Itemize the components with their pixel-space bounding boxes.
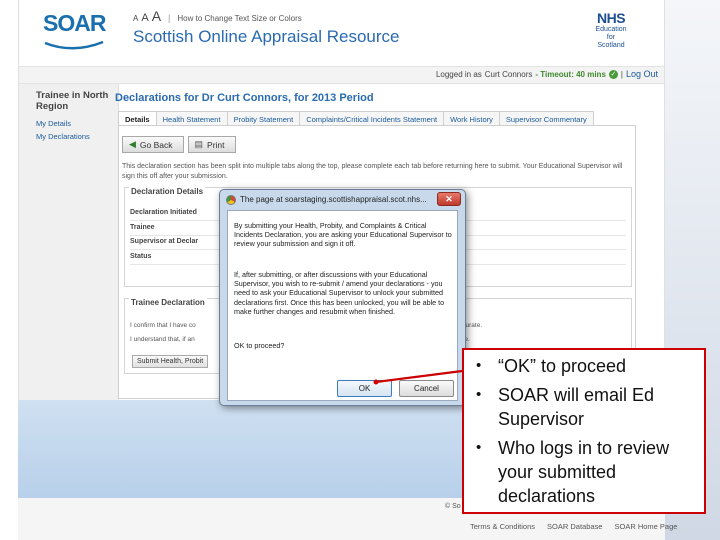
details-row-status: Status xyxy=(130,253,152,260)
print-icon: ▤ xyxy=(194,139,204,149)
text-size-large-button[interactable]: A xyxy=(152,8,161,24)
dialog-message-proceed: OK to proceed? xyxy=(234,341,285,350)
print-label: Print xyxy=(207,139,225,150)
submit-declarations-button[interactable]: Submit Health, Probit xyxy=(132,355,209,368)
go-back-icon: ◀ xyxy=(129,139,136,149)
text-size-medium-button[interactable]: A xyxy=(141,12,148,24)
sidebar-item-my-details[interactable]: My Details xyxy=(19,119,118,128)
dialog-titlebar: The page at soarstaging.scottishappraisa… xyxy=(220,190,465,210)
annotation-callout: • “OK” to proceed • SOAR will email Ed S… xyxy=(462,348,706,514)
callout-item-text: Who logs in to review your submitted dec… xyxy=(498,438,670,506)
text-size-small-button[interactable]: A xyxy=(133,14,138,23)
dialog-body: By submitting your Health, Probity, and … xyxy=(227,210,458,401)
trainee-declaration-legend: Trainee Declaration xyxy=(129,298,207,307)
nhs-mark: NHS xyxy=(596,10,626,26)
trainee-confirm-text: I confirm that I have co xyxy=(130,322,196,329)
callout-item: • “OK” to proceed xyxy=(474,354,702,378)
dialog-cancel-button[interactable]: Cancel xyxy=(399,380,454,397)
dialog-close-button[interactable]: ✕ xyxy=(437,192,461,206)
session-bar: Logged in as Curt Connors - Timeout: 40 … xyxy=(19,66,664,84)
footer-links: Terms & Conditions SOAR Database SOAR Ho… xyxy=(470,522,677,531)
nhs-line-3: Scotland xyxy=(597,42,625,49)
go-back-label: Go Back xyxy=(139,139,173,150)
sidebar-region-heading: Trainee in North Region xyxy=(36,90,109,112)
callout-item: • Who logs in to review your submitted d… xyxy=(474,436,702,508)
bullet-icon: • xyxy=(476,386,482,403)
intro-text: This declaration section has been split … xyxy=(122,163,623,180)
trainee-understand-text: I understand that, if an xyxy=(130,336,195,343)
session-ok-icon: ✓ xyxy=(608,69,618,79)
session-timeout: - Timeout: 40 mins xyxy=(535,69,606,79)
dialog-title: The page at soarstaging.scottishappraisa… xyxy=(240,195,427,204)
dialog-ok-button[interactable]: OK xyxy=(337,380,392,397)
details-row-supervisor: Supervisor at Declar xyxy=(130,238,199,245)
go-back-button[interactable]: ◀ Go Back xyxy=(122,136,184,153)
dialog-message-submit: By submitting your Health, Probity, and … xyxy=(234,221,452,249)
nhs-education-logo: NHS Education for Scotland xyxy=(591,10,631,50)
details-row-trainee: Trainee xyxy=(130,224,155,231)
callout-list: • “OK” to proceed • SOAR will email Ed S… xyxy=(474,354,702,513)
details-row-initiated: Declaration Initiated xyxy=(130,209,197,216)
user-name: Curt Connors xyxy=(484,69,533,79)
footer-link-soar-home[interactable]: SOAR Home Page xyxy=(614,522,677,531)
logout-link[interactable]: Log Out xyxy=(626,69,658,79)
page-title: Declarations for Dr Curt Connors, for 20… xyxy=(115,92,374,104)
callout-item: • SOAR will email Ed Supervisor xyxy=(474,383,702,431)
declaration-details-legend: Declaration Details xyxy=(129,187,206,196)
nhs-line-1: Education xyxy=(595,26,627,33)
dialog-message-resubmit: If, after submitting, or after discussio… xyxy=(234,270,445,316)
logout-separator: | xyxy=(620,69,623,79)
browser-icon xyxy=(226,195,236,205)
title-person: Curt Connors xyxy=(217,92,288,104)
print-button[interactable]: ▤ Print xyxy=(187,136,236,153)
callout-item-text: “OK” to proceed xyxy=(498,356,627,376)
soar-swoosh-icon xyxy=(44,40,104,50)
title-suffix: , for 2013 Period xyxy=(287,92,374,104)
bullet-icon: • xyxy=(476,439,482,456)
logged-in-label: Logged in as xyxy=(435,69,482,79)
sidebar-item-my-declarations[interactable]: My Declarations xyxy=(19,132,118,141)
site-title: Scottish Online Appraisal Resource xyxy=(133,27,400,46)
copyright-text: © So xyxy=(445,503,461,510)
text-size-separator: | xyxy=(168,13,171,23)
action-buttons: ◀ Go Back ▤ Print xyxy=(122,136,236,153)
text-size-help-link[interactable]: How to Change Text Size or Colors xyxy=(177,14,301,23)
bullet-icon: • xyxy=(476,357,482,374)
nhs-line-2: for xyxy=(606,34,616,41)
title-prefix: Declarations for Dr xyxy=(115,92,215,104)
soar-logo-text: SOAR xyxy=(43,10,106,36)
callout-item-text: SOAR will email Ed Supervisor xyxy=(498,385,655,429)
sidebar: Trainee in North Region My Details My De… xyxy=(19,84,119,400)
login-status: Logged in as Curt Connors - Timeout: 40 … xyxy=(436,69,658,79)
text-size-controls: A A A | How to Change Text Size or Color… xyxy=(133,8,302,24)
footer-link-terms[interactable]: Terms & Conditions xyxy=(470,522,535,531)
footer-link-soar-database[interactable]: SOAR Database xyxy=(547,522,602,531)
confirm-dialog: The page at soarstaging.scottishappraisa… xyxy=(219,189,466,406)
soar-logo[interactable]: SOAR xyxy=(43,10,106,55)
